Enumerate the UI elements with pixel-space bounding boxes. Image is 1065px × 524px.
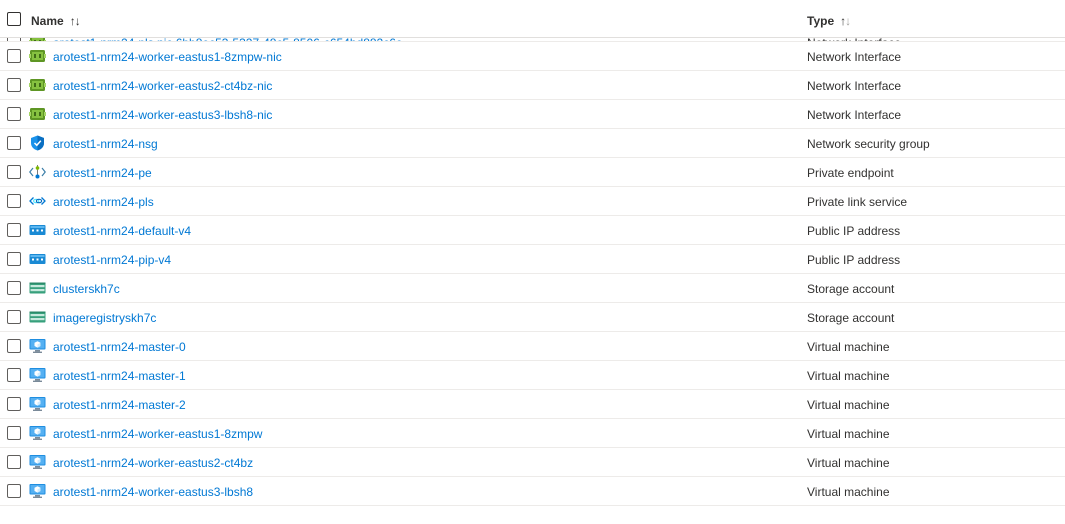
resource-type: Virtual machine bbox=[807, 427, 890, 441]
resource-name-link[interactable]: arotest1-nrm24-worker-eastus2-ct4bz bbox=[53, 456, 253, 470]
resource-name-link[interactable]: arotest1-nrm24-worker-eastus2-ct4bz-nic bbox=[53, 79, 272, 93]
row-checkbox[interactable] bbox=[7, 252, 21, 266]
resource-name-link[interactable]: arotest1-nrm24-worker-eastus1-8zmpw-nic bbox=[53, 50, 282, 64]
name-column-label: Name bbox=[31, 14, 64, 28]
table-row[interactable]: arotest1-nrm24-worker-eastus1-8zmpw Virtu… bbox=[0, 419, 1065, 448]
resource-name-link[interactable]: arotest1-nrm24-master-0 bbox=[53, 340, 186, 354]
resource-type: Private link service bbox=[807, 195, 908, 209]
table-header: Name ↑↓ Type ↑↓ bbox=[0, 0, 1065, 38]
resource-type: Network Interface bbox=[807, 79, 902, 93]
row-checkbox[interactable] bbox=[7, 339, 21, 353]
private-endpoint-icon bbox=[29, 164, 46, 180]
resource-name-link[interactable]: arotest1-nrm24-pe bbox=[53, 166, 152, 180]
resource-name-link[interactable]: imageregistryskh7c bbox=[53, 311, 156, 325]
table-row[interactable]: arotest1-nrm24-worker-eastus2-ct4bz-nic N… bbox=[0, 71, 1065, 100]
table-row[interactable]: arotest1-nrm24-default-v4 Public IP addre… bbox=[0, 216, 1065, 245]
resource-name-link[interactable]: arotest1-nrm24-worker-eastus3-lbsh8-nic bbox=[53, 108, 272, 122]
resource-type: Virtual machine bbox=[807, 398, 890, 412]
resource-type: Virtual machine bbox=[807, 369, 890, 383]
row-checkbox[interactable] bbox=[7, 49, 21, 63]
resource-name-link[interactable]: arotest1-nrm24-nsg bbox=[53, 137, 158, 151]
resource-list: arotest1-nrm24-pls.nic.6bb8ec53-5327-48c… bbox=[0, 28, 1065, 506]
row-checkbox[interactable] bbox=[7, 310, 21, 324]
resource-name-link[interactable]: arotest1-nrm24-worker-eastus1-8zmpw bbox=[53, 427, 262, 441]
resource-type: Public IP address bbox=[807, 253, 901, 267]
virtual-machine-icon bbox=[29, 483, 46, 499]
virtual-machine-icon bbox=[29, 367, 46, 383]
table-row[interactable]: arotest1-nrm24-worker-eastus3-lbsh8 Virtu… bbox=[0, 477, 1065, 506]
virtual-machine-icon bbox=[29, 338, 46, 354]
public-ip-address-icon bbox=[29, 222, 46, 238]
virtual-machine-icon bbox=[29, 396, 46, 412]
row-checkbox[interactable] bbox=[7, 194, 21, 208]
row-checkbox[interactable] bbox=[7, 426, 21, 440]
select-all-checkbox[interactable] bbox=[7, 12, 21, 26]
resource-name-link[interactable]: arotest1-nrm24-pip-v4 bbox=[53, 253, 171, 267]
table-row[interactable]: arotest1-nrm24-master-1 Virtual machine bbox=[0, 361, 1065, 390]
name-column-header[interactable]: Name ↑↓ bbox=[31, 14, 81, 28]
table-row[interactable]: arotest1-nrm24-pls Private link service bbox=[0, 187, 1065, 216]
row-checkbox[interactable] bbox=[7, 397, 21, 411]
resource-type: Private endpoint bbox=[807, 166, 894, 180]
table-row[interactable]: arotest1-nrm24-worker-eastus3-lbsh8-nic N… bbox=[0, 100, 1065, 129]
resource-type: Storage account bbox=[807, 311, 895, 325]
network-interface-icon bbox=[29, 77, 46, 93]
network-security-group-icon bbox=[29, 135, 46, 151]
table-row[interactable]: arotest1-nrm24-pip-v4 Public IP address bbox=[0, 245, 1065, 274]
row-checkbox[interactable] bbox=[7, 368, 21, 382]
type-column-label: Type bbox=[807, 14, 835, 28]
resource-type: Virtual machine bbox=[807, 340, 890, 354]
resource-type: Virtual machine bbox=[807, 485, 890, 499]
resource-name-link[interactable]: arotest1-nrm24-default-v4 bbox=[53, 224, 191, 238]
table-row[interactable]: imageregistryskh7c Storage account bbox=[0, 303, 1065, 332]
network-interface-icon bbox=[29, 48, 46, 64]
resource-name-link[interactable]: arotest1-nrm24-pls bbox=[53, 195, 154, 209]
row-checkbox[interactable] bbox=[7, 165, 21, 179]
table-row[interactable]: arotest1-nrm24-pe Private endpoint bbox=[0, 158, 1065, 187]
public-ip-address-icon bbox=[29, 251, 46, 267]
resource-type: Storage account bbox=[807, 282, 895, 296]
resource-type: Public IP address bbox=[807, 224, 901, 238]
table-row[interactable]: arotest1-nrm24-nsg Network security group bbox=[0, 129, 1065, 158]
table-row[interactable]: arotest1-nrm24-worker-eastus1-8zmpw-nic N… bbox=[0, 42, 1065, 71]
sort-icon[interactable]: ↑↓ bbox=[70, 14, 81, 28]
resource-name-link[interactable]: clusterskh7c bbox=[53, 282, 120, 296]
virtual-machine-icon bbox=[29, 454, 46, 470]
table-row[interactable]: arotest1-nrm24-worker-eastus2-ct4bz Virtu… bbox=[0, 448, 1065, 477]
resource-name-link[interactable]: arotest1-nrm24-master-1 bbox=[53, 369, 186, 383]
sort-icon[interactable]: ↑↓ bbox=[840, 14, 851, 28]
resource-type: Virtual machine bbox=[807, 456, 890, 470]
row-checkbox[interactable] bbox=[7, 78, 21, 92]
table-row[interactable]: arotest1-nrm24-master-0 Virtual machine bbox=[0, 332, 1065, 361]
type-column-header[interactable]: Type ↑↓ bbox=[807, 14, 851, 28]
row-checkbox[interactable] bbox=[7, 136, 21, 150]
storage-account-icon bbox=[29, 280, 46, 296]
row-checkbox[interactable] bbox=[7, 281, 21, 295]
resource-name-link[interactable]: arotest1-nrm24-worker-eastus3-lbsh8 bbox=[53, 485, 253, 499]
table-row[interactable]: arotest1-nrm24-master-2 Virtual machine bbox=[0, 390, 1065, 419]
network-interface-icon bbox=[29, 106, 46, 122]
table-row[interactable]: clusterskh7c Storage account bbox=[0, 274, 1065, 303]
row-checkbox[interactable] bbox=[7, 484, 21, 498]
resource-type: Network Interface bbox=[807, 50, 902, 64]
row-checkbox[interactable] bbox=[7, 107, 21, 121]
storage-account-icon bbox=[29, 309, 46, 325]
row-checkbox[interactable] bbox=[7, 455, 21, 469]
resource-type: Network security group bbox=[807, 137, 930, 151]
resource-name-link[interactable]: arotest1-nrm24-master-2 bbox=[53, 398, 186, 412]
row-checkbox[interactable] bbox=[7, 223, 21, 237]
virtual-machine-icon bbox=[29, 425, 46, 441]
private-link-service-icon bbox=[29, 193, 46, 209]
resource-type: Network Interface bbox=[807, 108, 902, 122]
